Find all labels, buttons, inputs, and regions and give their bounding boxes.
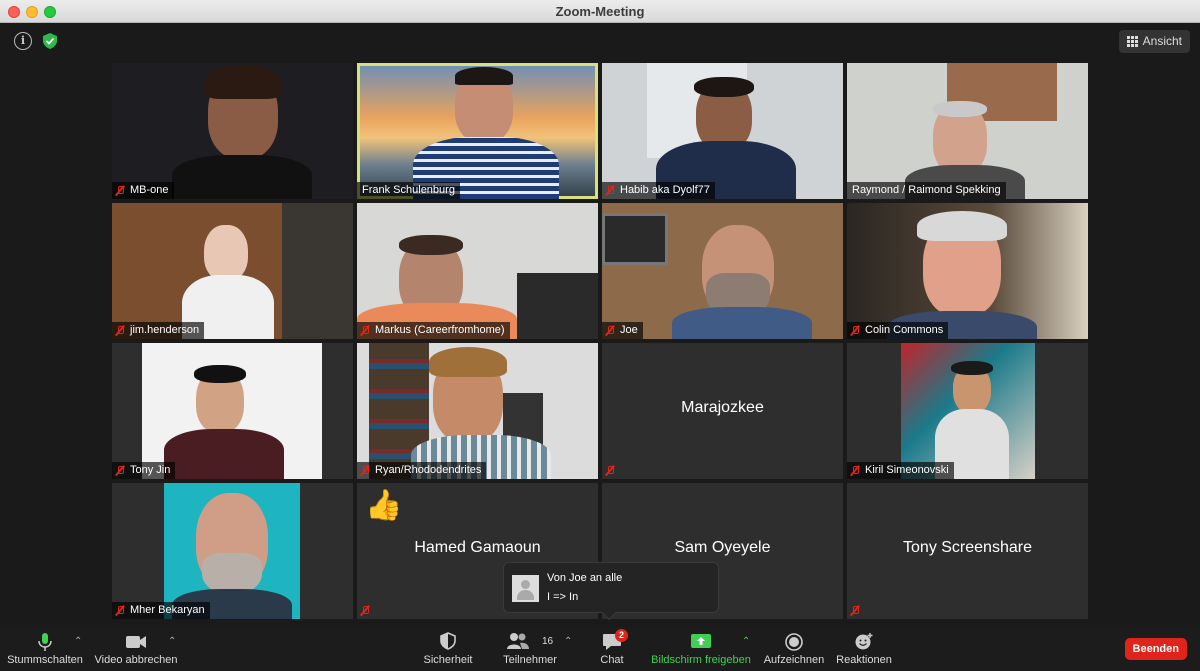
muted-mic-icon [115,325,125,336]
gallery-grid: MB-one Frank Schulenburg Habib aka Dyolf… [112,63,1089,621]
reactions-button[interactable]: Reaktionen [834,627,894,671]
view-button-label: Ansicht [1142,34,1182,48]
gallery-grid-icon [1126,36,1138,47]
participant-tile[interactable]: Colin Commons [847,203,1088,339]
video-camera-icon [126,636,146,648]
security-button[interactable]: Sicherheit [420,627,476,671]
muted-mic-icon [360,465,370,476]
muted-mic-icon [115,465,125,476]
participant-name: Joe [620,324,638,336]
mute-button-label: Stummschalten [7,654,83,666]
meeting-toolbar: Stummschalten ⌃ Video abbrechen ⌃ Sicher… [0,627,1200,671]
chat-sender: Von Joe an alle [547,572,623,584]
meeting-area: i Ansicht MB-one Frank Schulenburg Habib… [0,23,1200,627]
participant-tile[interactable]: Kiril Simeonovski [847,343,1088,479]
participant-name: Raymond / Raimond Spekking [852,184,1001,196]
participants-options-chevron-icon[interactable]: ⌃ [564,636,572,647]
participant-name: Habib aka Dyolf77 [620,184,710,196]
participant-tile[interactable]: Markus (Careerfromhome) [357,203,598,339]
chat-button-label: Chat [600,654,624,666]
share-options-chevron-icon[interactable]: ⌃ [742,636,750,647]
participants-icon [507,633,529,649]
chat-notification-popup[interactable]: Von Joe an alle I => In [503,562,719,621]
record-button-label: Aufzeichnen [763,654,825,666]
muted-mic-icon [850,325,860,336]
participant-name: Markus (Careerfromhome) [375,324,505,336]
avatar [512,575,539,602]
participant-tile[interactable]: Ryan/Rhododendrites [357,343,598,479]
stop-video-button[interactable]: Video abbrechen [94,627,178,671]
participants-button-label: Teilnehmer [503,654,557,666]
participant-tile-active-speaker[interactable]: Frank Schulenburg [357,63,598,199]
participant-name: Tony Jin [130,464,171,476]
muted-mic-icon [605,185,615,196]
encryption-shield-icon[interactable] [41,32,59,50]
window-titlebar: Zoom-Meeting [0,0,1200,23]
share-screen-icon [691,634,711,648]
microphone-icon [38,633,52,651]
participant-name: Colin Commons [865,324,944,336]
participant-name: Ryan/Rhododendrites [375,464,482,476]
chat-unread-badge: 2 [615,629,628,642]
muted-mic-icon [115,185,125,196]
share-screen-button[interactable]: Bildschirm freigeben [650,627,752,671]
participant-name-large: Marajozkee [681,399,764,416]
thumbs-up-reaction-icon: 👍 [365,489,403,522]
record-icon [785,633,803,651]
video-options-chevron-icon[interactable]: ⌃ [168,636,176,647]
info-icon[interactable]: i [14,32,32,50]
participant-tile[interactable]: Tony Jin [112,343,353,479]
audio-options-chevron-icon[interactable]: ⌃ [74,636,82,647]
participant-tile[interactable]: Mher Bekaryan [112,483,353,619]
participants-button[interactable]: Teilnehmer [500,627,560,671]
participant-name: jim.henderson [130,324,200,336]
participant-tile[interactable]: Habib aka Dyolf77 [602,63,843,199]
participant-tile[interactable]: Raymond / Raimond Spekking [847,63,1088,199]
muted-mic-icon [850,605,860,616]
reactions-smiley-icon [855,633,873,650]
participant-name: Frank Schulenburg [362,184,455,196]
muted-mic-icon [115,605,125,616]
muted-mic-icon [360,325,370,336]
participant-tile[interactable]: Tony Screenshare [847,483,1088,619]
participants-count: 16 [542,636,554,647]
muted-mic-icon [850,465,860,476]
participant-tile[interactable]: jim.henderson [112,203,353,339]
stop-video-button-label: Video abbrechen [94,654,178,666]
participant-name: MB-one [130,184,169,196]
window-title: Zoom-Meeting [555,4,645,19]
record-button[interactable]: Aufzeichnen [762,627,826,671]
chat-message: I => In [547,591,579,603]
muted-mic-icon [605,325,615,336]
end-meeting-button[interactable]: Beenden [1124,638,1187,660]
reactions-button-label: Reaktionen [836,654,892,666]
participant-tile[interactable]: Joe [602,203,843,339]
participant-name: Kiril Simeonovski [865,464,949,476]
security-shield-icon [440,632,456,650]
muted-mic-icon [360,605,370,616]
participant-name-large: Tony Screenshare [903,539,1032,556]
share-screen-button-label: Bildschirm freigeben [651,654,751,666]
security-button-label: Sicherheit [423,654,473,666]
participant-name-large: Sam Oyeyele [674,539,771,556]
participant-name-large: Hamed Gamaoun [414,539,541,556]
participant-name: Mher Bekaryan [130,604,205,616]
view-button[interactable]: Ansicht [1118,30,1190,53]
mute-button[interactable]: Stummschalten [6,627,84,671]
muted-mic-icon [605,465,615,476]
participant-tile[interactable]: Marajozkee [602,343,843,479]
participant-tile[interactable]: MB-one [112,63,353,199]
